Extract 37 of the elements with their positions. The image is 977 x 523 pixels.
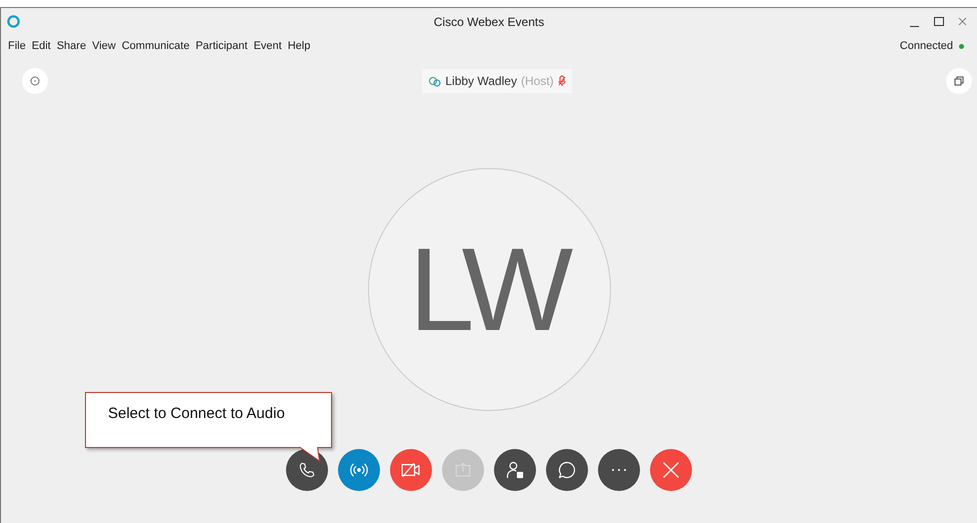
info-button[interactable] [22,68,48,94]
avatar: LW [368,168,610,411]
info-icon [30,76,40,86]
close-button[interactable] [958,17,967,26]
menu-item[interactable]: Event [254,38,282,54]
chat-button[interactable] [546,449,588,491]
app-logo-icon [7,15,20,28]
speaker-name: Libby Wadley [445,73,517,90]
menu-item[interactable]: View [92,38,116,54]
menu-item[interactable]: Edit [32,38,51,54]
video-off-icon [400,462,422,478]
menu-item[interactable]: Communicate [122,38,190,54]
restore-window-icon [954,76,964,86]
speaker-role: (Host) [520,73,554,90]
phone-icon [298,461,316,479]
window-title: Cisco Webex Events [434,14,544,30]
broadcast-button[interactable] [338,449,380,491]
connection-status: Connected [900,38,953,54]
leave-button[interactable] [650,449,692,491]
more-icon [610,467,628,473]
broadcast-icon [349,462,369,478]
menu-item[interactable]: File [8,38,26,54]
chat-icon [557,460,577,480]
maximize-button[interactable] [934,17,944,26]
callout-text: Select to Connect to Audio [108,404,285,424]
audio-button[interactable] [286,449,328,491]
video-button[interactable] [390,449,432,491]
close-icon [662,461,680,479]
participants-button[interactable] [494,449,536,491]
restore-view-button[interactable] [946,68,972,94]
menu-item[interactable]: Participant [196,38,248,54]
headset-icon [428,76,442,86]
share-icon [454,461,472,479]
menu-item[interactable]: Share [56,38,86,54]
menu-item[interactable]: Help [288,38,310,54]
person-icon [505,460,525,480]
more-button[interactable] [598,449,640,491]
